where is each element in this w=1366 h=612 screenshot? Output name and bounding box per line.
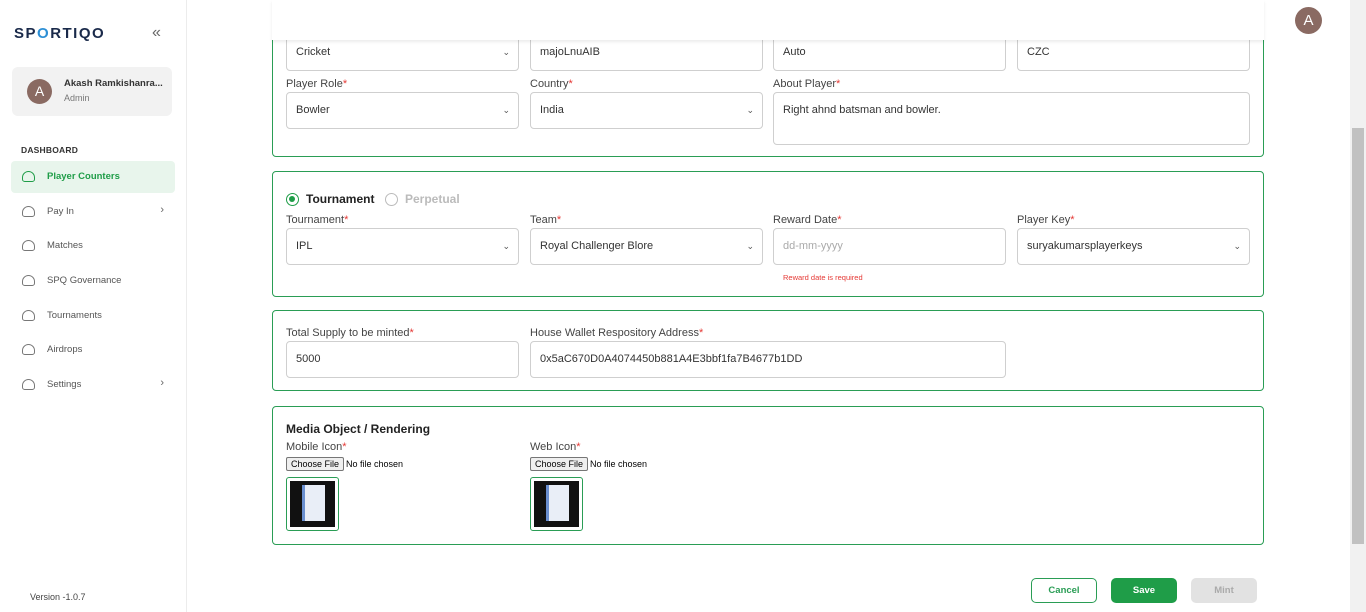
web-icon-file-status: No file chosen (590, 459, 648, 469)
web-icon-preview (530, 477, 583, 531)
gauge-icon (22, 275, 35, 286)
gauge-icon (22, 206, 35, 217)
app-version: Version -1.0.7 (30, 592, 86, 602)
total-supply-label: Total Supply to be minted* (286, 327, 414, 339)
sidebar-item-settings[interactable]: Settings › (11, 369, 175, 401)
team-select[interactable]: Royal Challenger Blore ⌄ (530, 228, 763, 265)
chevron-down-icon: ⌄ (502, 241, 510, 251)
user-avatar: A (27, 79, 52, 104)
gauge-icon (22, 240, 35, 251)
player-role-label: Player Role* (286, 78, 348, 90)
user-card[interactable]: A Akash Ramkishanra... Admin (12, 67, 172, 116)
tournament-radio[interactable] (286, 193, 299, 206)
gauge-icon (22, 171, 35, 182)
gauge-icon (22, 379, 35, 390)
sidebar-item-label: Player Counters (47, 171, 120, 182)
sidebar-item-label: Tournaments (47, 310, 102, 321)
reward-card: Tournament Perpetual Tournament* IPL ⌄ Te… (272, 171, 1264, 297)
sidebar: SPORTIQO « A Akash Ramkishanra... Admin … (0, 0, 187, 612)
reward-date-label: Reward Date* (773, 214, 842, 226)
scrollbar-thumb[interactable] (1352, 128, 1364, 544)
sidebar-item-label: Airdrops (47, 344, 83, 355)
account-avatar[interactable]: A (1295, 7, 1322, 34)
media-card: Media Object / Rendering Mobile Icon* Ch… (272, 406, 1264, 545)
gauge-icon (22, 310, 35, 321)
chevron-down-icon: ⌄ (746, 241, 754, 251)
perpetual-radio[interactable] (385, 193, 398, 206)
player-key-select[interactable]: suryakumarsplayerkeys ⌄ (1017, 228, 1250, 265)
chevron-down-icon: ⌄ (502, 47, 510, 57)
sidebar-item-spq-governance[interactable]: SPQ Governance (11, 265, 175, 297)
collapse-sidebar-icon[interactable]: « (152, 24, 161, 42)
sidebar-item-label: Matches (47, 240, 83, 251)
sidebar-item-matches[interactable]: Matches (11, 230, 175, 262)
sticky-header-strip (272, 0, 1264, 40)
mint-button[interactable]: Mint (1191, 578, 1257, 603)
sportiqo-logo[interactable]: SPORTIQO (14, 25, 105, 42)
tournament-radio-label[interactable]: Tournament (306, 192, 374, 206)
web-icon-label: Web Icon* (530, 441, 581, 453)
save-button[interactable]: Save (1111, 578, 1177, 603)
sidebar-item-label: Settings (47, 379, 82, 390)
sidebar-item-pay-in[interactable]: Pay In › (11, 196, 175, 228)
sidebar-item-label: SPQ Governance (47, 275, 122, 286)
page-scrollbar[interactable] (1350, 0, 1366, 612)
user-name: Akash Ramkishanra... (64, 78, 163, 89)
user-role: Admin (64, 93, 90, 103)
reward-date-error: Reward date is required (783, 273, 863, 282)
country-select[interactable]: India ⌄ (530, 92, 763, 129)
mobile-icon-preview (286, 477, 339, 531)
mobile-icon-label: Mobile Icon* (286, 441, 347, 453)
sidebar-item-tournaments[interactable]: Tournaments (11, 300, 175, 332)
tournament-select[interactable]: IPL ⌄ (286, 228, 519, 265)
section-label-dashboard: DASHBOARD (21, 145, 79, 155)
about-player-textarea[interactable]: Right ahnd batsman and bowler. (773, 92, 1250, 145)
team-label: Team* (530, 214, 562, 226)
web-icon-choose-file-button[interactable]: Choose File (530, 457, 589, 471)
cancel-button[interactable]: Cancel (1031, 578, 1097, 603)
chevron-down-icon: ⌄ (1233, 241, 1241, 251)
sidebar-item-label: Pay In (47, 206, 74, 217)
chevron-right-icon: › (160, 204, 164, 216)
sidebar-item-airdrops[interactable]: Airdrops (11, 334, 175, 366)
perpetual-radio-label[interactable]: Perpetual (405, 192, 460, 206)
country-label: Country* (530, 78, 573, 90)
sidebar-item-player-counters[interactable]: Player Counters (11, 161, 175, 193)
about-player-label: About Player* (773, 78, 841, 90)
player-role-select[interactable]: Bowler ⌄ (286, 92, 519, 129)
tournament-label: Tournament* (286, 214, 349, 226)
mobile-icon-file-status: No file chosen (346, 459, 404, 469)
gauge-icon (22, 344, 35, 355)
reward-date-input[interactable]: dd-mm-yyyy (773, 228, 1006, 265)
supply-card: Total Supply to be minted* 5000 House Wa… (272, 310, 1264, 391)
total-supply-input[interactable]: 5000 (286, 341, 519, 378)
chevron-down-icon: ⌄ (502, 105, 510, 115)
mobile-icon-choose-file-button[interactable]: Choose File (286, 457, 345, 471)
chevron-right-icon: › (160, 377, 164, 389)
player-key-label: Player Key* (1017, 214, 1075, 226)
wallet-address-input[interactable]: 0x5aC670D0A4074450b881A4E3bbf1fa7B4677b1… (530, 341, 1006, 378)
media-section-title: Media Object / Rendering (286, 422, 431, 436)
chevron-down-icon: ⌄ (746, 105, 754, 115)
wallet-address-label: House Wallet Respository Address* (530, 327, 704, 339)
